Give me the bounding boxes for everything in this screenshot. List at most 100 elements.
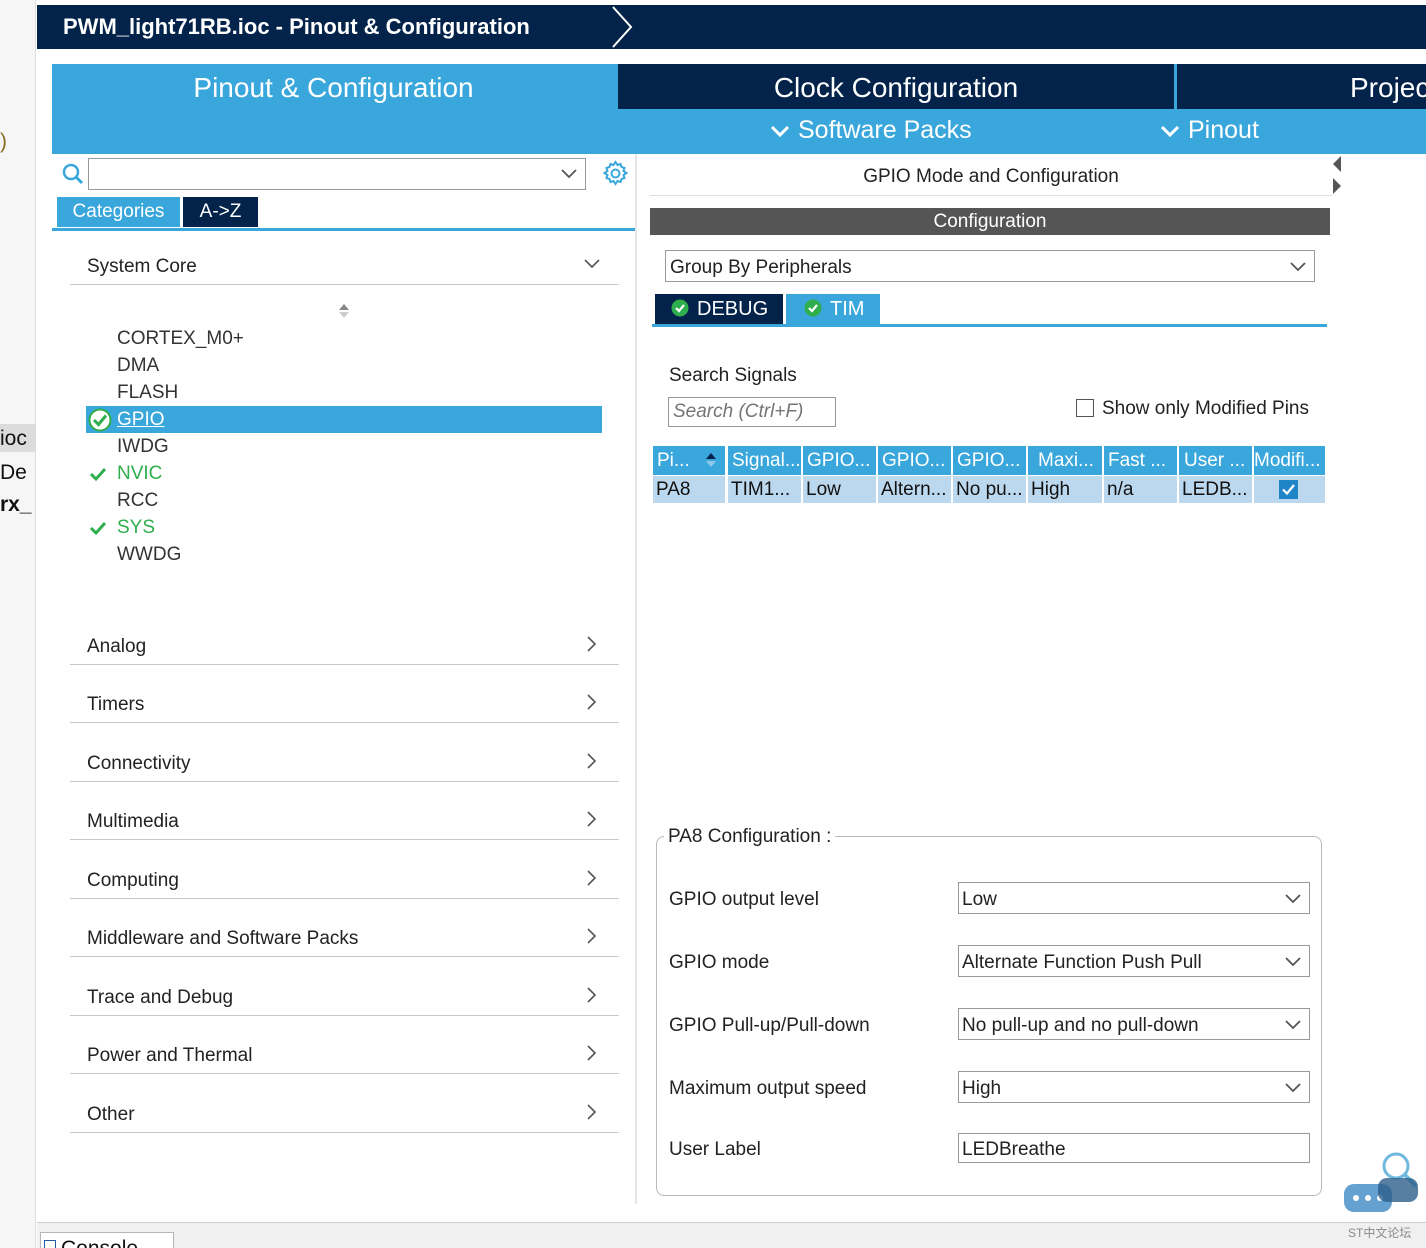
check-circle-icon [804, 299, 822, 317]
console-icon [44, 1240, 56, 1248]
tab-clock-configuration[interactable]: Clock Configuration [618, 64, 1174, 109]
table-cell[interactable]: High [1028, 476, 1103, 503]
item-wwdg[interactable]: WWDG [117, 544, 181, 566]
bottom-panel [37, 1222, 1426, 1248]
chevron-right-icon[interactable] [586, 635, 598, 653]
search-icon[interactable] [62, 163, 84, 185]
item-rcc[interactable]: RCC [117, 490, 158, 512]
group-by-select[interactable]: Group By Peripherals [665, 250, 1315, 282]
check-circle-icon [671, 299, 689, 317]
tab-pinout-configuration[interactable]: Pinout & Configuration [52, 64, 615, 109]
chevron-right-icon[interactable] [586, 1044, 598, 1062]
tab-underline [52, 228, 635, 231]
item-sys[interactable]: SYS [117, 517, 155, 539]
item-gpio[interactable]: GPIO [117, 409, 165, 431]
watermark-text: ST中文论坛 [1348, 1226, 1412, 1240]
gpio-mode-select[interactable]: Alternate Function Push Pull [958, 945, 1310, 977]
table-cell[interactable]: No pu... [953, 476, 1027, 503]
divider [70, 781, 619, 782]
tab-project-manager[interactable]: Projec [1177, 64, 1426, 109]
column-header-gpio-mode[interactable]: GPIO... [878, 446, 952, 475]
chevron-right-icon[interactable] [586, 693, 598, 711]
check-circle-icon [88, 408, 112, 432]
divider [70, 1132, 619, 1133]
chevron-right-icon[interactable] [586, 752, 598, 770]
category-power-thermal[interactable]: Power and Thermal [87, 1045, 252, 1067]
divider [70, 284, 619, 285]
table-cell[interactable]: PA8 [653, 476, 726, 503]
tab-tim[interactable]: TIM [786, 294, 880, 324]
table-cell[interactable] [1254, 476, 1325, 503]
signal-search-input[interactable] [668, 397, 836, 427]
configuration-header: Configuration [650, 208, 1330, 235]
chevron-down-icon[interactable] [561, 169, 577, 179]
item-iwdg[interactable]: IWDG [117, 436, 169, 458]
gpio-pull-select[interactable]: No pull-up and no pull-down [958, 1008, 1310, 1040]
column-header-fast-mode[interactable]: Fast ... [1104, 446, 1178, 475]
chevron-right-icon[interactable] [586, 986, 598, 1004]
divider [70, 839, 619, 840]
chevron-right-icon[interactable] [586, 869, 598, 887]
category-analog[interactable]: Analog [87, 636, 146, 658]
collapse-arrows-icon[interactable] [1331, 154, 1343, 204]
console-tab[interactable]: Console [40, 1232, 174, 1248]
table-cell[interactable]: n/a [1104, 476, 1178, 503]
chevron-right-icon[interactable] [586, 1103, 598, 1121]
modified-checkbox-icon[interactable] [1279, 480, 1298, 499]
pinout-menu[interactable]: Pinout [1160, 116, 1259, 145]
max-output-speed-select[interactable]: High [958, 1071, 1310, 1103]
item-dma[interactable]: DMA [117, 355, 159, 377]
tab-a-to-z[interactable]: A->Z [183, 197, 258, 227]
sort-icon [706, 453, 716, 467]
panel-title: GPIO Mode and Configuration [650, 158, 1332, 196]
column-header-pin[interactable]: Pi... [653, 446, 726, 475]
show-modified-checkbox[interactable] [1076, 399, 1094, 417]
category-system-core[interactable]: System Core [87, 256, 197, 278]
user-label-label: User Label [669, 1139, 761, 1160]
main-tab-bar: Pinout & Configuration Clock Configurati… [52, 64, 1426, 154]
column-header-gpio-output-level[interactable]: GPIO... [803, 446, 877, 475]
chevron-down-icon[interactable] [584, 259, 600, 269]
column-header-max-speed[interactable]: Maxi... [1028, 446, 1103, 475]
table-cell[interactable]: TIM1... [728, 476, 802, 503]
divider [70, 1015, 619, 1016]
sort-icon[interactable] [337, 302, 351, 320]
category-timers[interactable]: Timers [87, 694, 144, 716]
category-connectivity[interactable]: Connectivity [87, 753, 191, 775]
column-header-signal[interactable]: Signal... [728, 446, 802, 475]
table-cell[interactable]: Altern... [878, 476, 952, 503]
category-other[interactable]: Other [87, 1104, 135, 1126]
gear-icon[interactable] [602, 160, 629, 187]
category-middleware[interactable]: Middleware and Software Packs [87, 928, 358, 950]
chevron-right-icon[interactable] [586, 927, 598, 945]
tab-categories[interactable]: Categories [57, 197, 180, 227]
column-header-user-label[interactable]: User ... [1179, 446, 1253, 475]
max-output-speed-label: Maximum output speed [669, 1078, 867, 1099]
user-label-input[interactable]: LEDBreathe [958, 1133, 1310, 1163]
chevron-right-icon[interactable] [586, 810, 598, 828]
software-packs-menu[interactable]: Software Packs [770, 116, 972, 145]
column-header-gpio-pull[interactable]: GPIO... [953, 446, 1027, 475]
gutter-fragment: De [0, 461, 27, 484]
table-cell[interactable]: Low [803, 476, 877, 503]
tab-debug[interactable]: DEBUG [655, 294, 783, 324]
item-flash[interactable]: FLASH [117, 382, 178, 404]
editor-gutter: ) ioc De rx_ [0, 0, 36, 1248]
chevron-down-icon [1290, 262, 1306, 272]
gpio-mode-label: GPIO mode [669, 952, 770, 973]
category-search-input[interactable] [88, 158, 586, 190]
category-computing[interactable]: Computing [87, 870, 179, 892]
column-header-modified[interactable]: Modifi... [1254, 446, 1325, 475]
show-modified-label: Show only Modified Pins [1102, 398, 1309, 419]
item-cortex-m0[interactable]: CORTEX_M0+ [117, 328, 244, 350]
gpio-pull-label: GPIO Pull-up/Pull-down [669, 1015, 870, 1036]
category-trace-debug[interactable]: Trace and Debug [87, 987, 233, 1009]
item-nvic[interactable]: NVIC [117, 463, 162, 485]
table-cell[interactable]: LEDB... [1179, 476, 1253, 503]
breadcrumb-arrow-icon [612, 6, 633, 48]
category-multimedia[interactable]: Multimedia [87, 811, 179, 833]
forum-watermark-icon [1344, 1152, 1418, 1212]
pa8-config-title: PA8 Configuration : [664, 826, 836, 848]
gpio-output-level-select[interactable]: Low [958, 882, 1310, 914]
gpio-output-level-label: GPIO output level [669, 889, 819, 910]
